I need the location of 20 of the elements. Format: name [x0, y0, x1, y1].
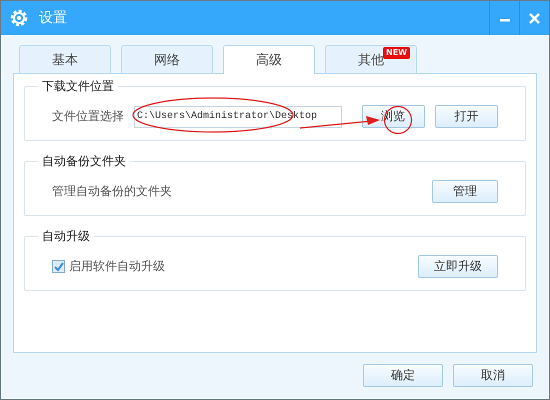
- checkmark-icon: [54, 262, 64, 272]
- field-label: 文件位置选择: [52, 108, 124, 125]
- dialog-button[interactable]: 确定: [363, 364, 443, 387]
- tab[interactable]: 高级: [223, 45, 315, 74]
- dialog-button[interactable]: 取消: [453, 364, 533, 387]
- action-button[interactable]: 打开: [434, 105, 498, 128]
- close-icon: [529, 12, 540, 24]
- settings-icon: [9, 8, 29, 28]
- group-title: 自动备份文件夹: [38, 153, 130, 170]
- group-title: 下载文件位置: [38, 78, 118, 95]
- action-button[interactable]: 管理: [432, 180, 498, 203]
- tab[interactable]: 基本: [19, 45, 111, 73]
- group-title: 自动升级: [38, 228, 94, 245]
- new-badge: NEW: [383, 47, 410, 59]
- description-text: 管理自动备份的文件夹: [52, 183, 172, 200]
- action-button[interactable]: 立即升级: [418, 255, 498, 278]
- window-title: 设置: [39, 9, 67, 27]
- checkbox-label[interactable]: 启用软件自动升级: [69, 258, 165, 275]
- tab[interactable]: 网络: [121, 45, 213, 73]
- checkbox[interactable]: [52, 260, 65, 273]
